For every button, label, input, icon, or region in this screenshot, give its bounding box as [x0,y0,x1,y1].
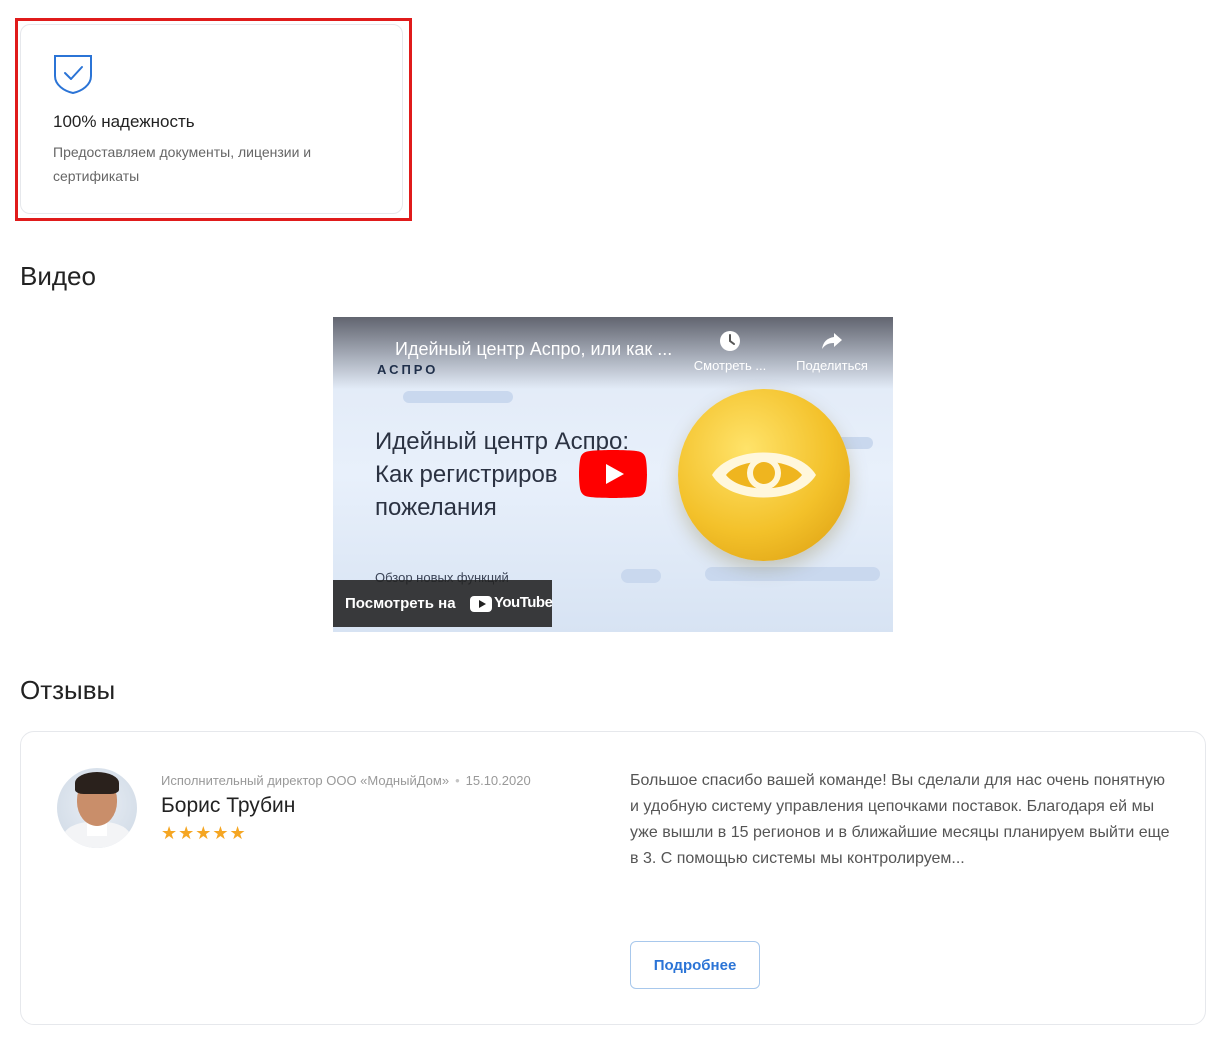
feature-text: Предоставляем документы, лицензии и серт… [53,144,312,184]
play-icon[interactable] [579,450,647,498]
decor-cloud [705,567,880,581]
reviews-section-title: Отзывы [20,675,116,705]
review-author: Борис Трубин [161,794,296,817]
more-button[interactable]: Подробнее [630,941,760,989]
review-text: Большое спасибо вашей команде! Вы сделал… [630,772,1170,867]
avatar-hair [75,772,119,794]
review-position: Исполнительный директор ООО «МодныйДом» [161,773,450,788]
gold-coin-image [678,389,850,561]
video-title[interactable]: Идейный центр Аспро, или как ... [395,339,672,360]
video-brand: АСПРО [377,362,439,377]
youtube-wordmark: YouTube [494,594,553,611]
watch-on-youtube-button[interactable]: Посмотреть на YouTube [333,580,553,627]
feature-card: 100% надежность Предоставляем документы,… [20,24,403,214]
watch-later-button[interactable]: Смотреть ... [687,330,773,373]
decor-cloud [403,391,513,403]
video-section-title: Видео [20,261,96,291]
video-player[interactable]: Идейный центр Аспро, или как ... АСПРО С… [333,317,893,632]
review-date: 15.10.2020 [465,773,531,788]
feature-title: 100% надежность [53,112,195,131]
meta-separator: • [455,773,460,788]
share-arrow-icon [822,333,842,349]
star-rating: ★★★★★ [161,823,247,843]
share-label: Поделиться [796,358,868,373]
share-button[interactable]: Поделиться [789,330,875,373]
clock-icon [720,331,740,351]
decor-cloud [621,569,661,583]
watch-later-label: Смотреть ... [693,358,767,373]
avatar [57,768,137,848]
shield-check-icon [54,55,92,94]
eye-icon [712,452,816,498]
review-meta: Исполнительный директор ООО «МодныйДом» •… [161,773,531,788]
review-card: Исполнительный директор ООО «МодныйДом» •… [20,731,1206,1025]
watch-on-label: Посмотреть на [345,595,456,612]
